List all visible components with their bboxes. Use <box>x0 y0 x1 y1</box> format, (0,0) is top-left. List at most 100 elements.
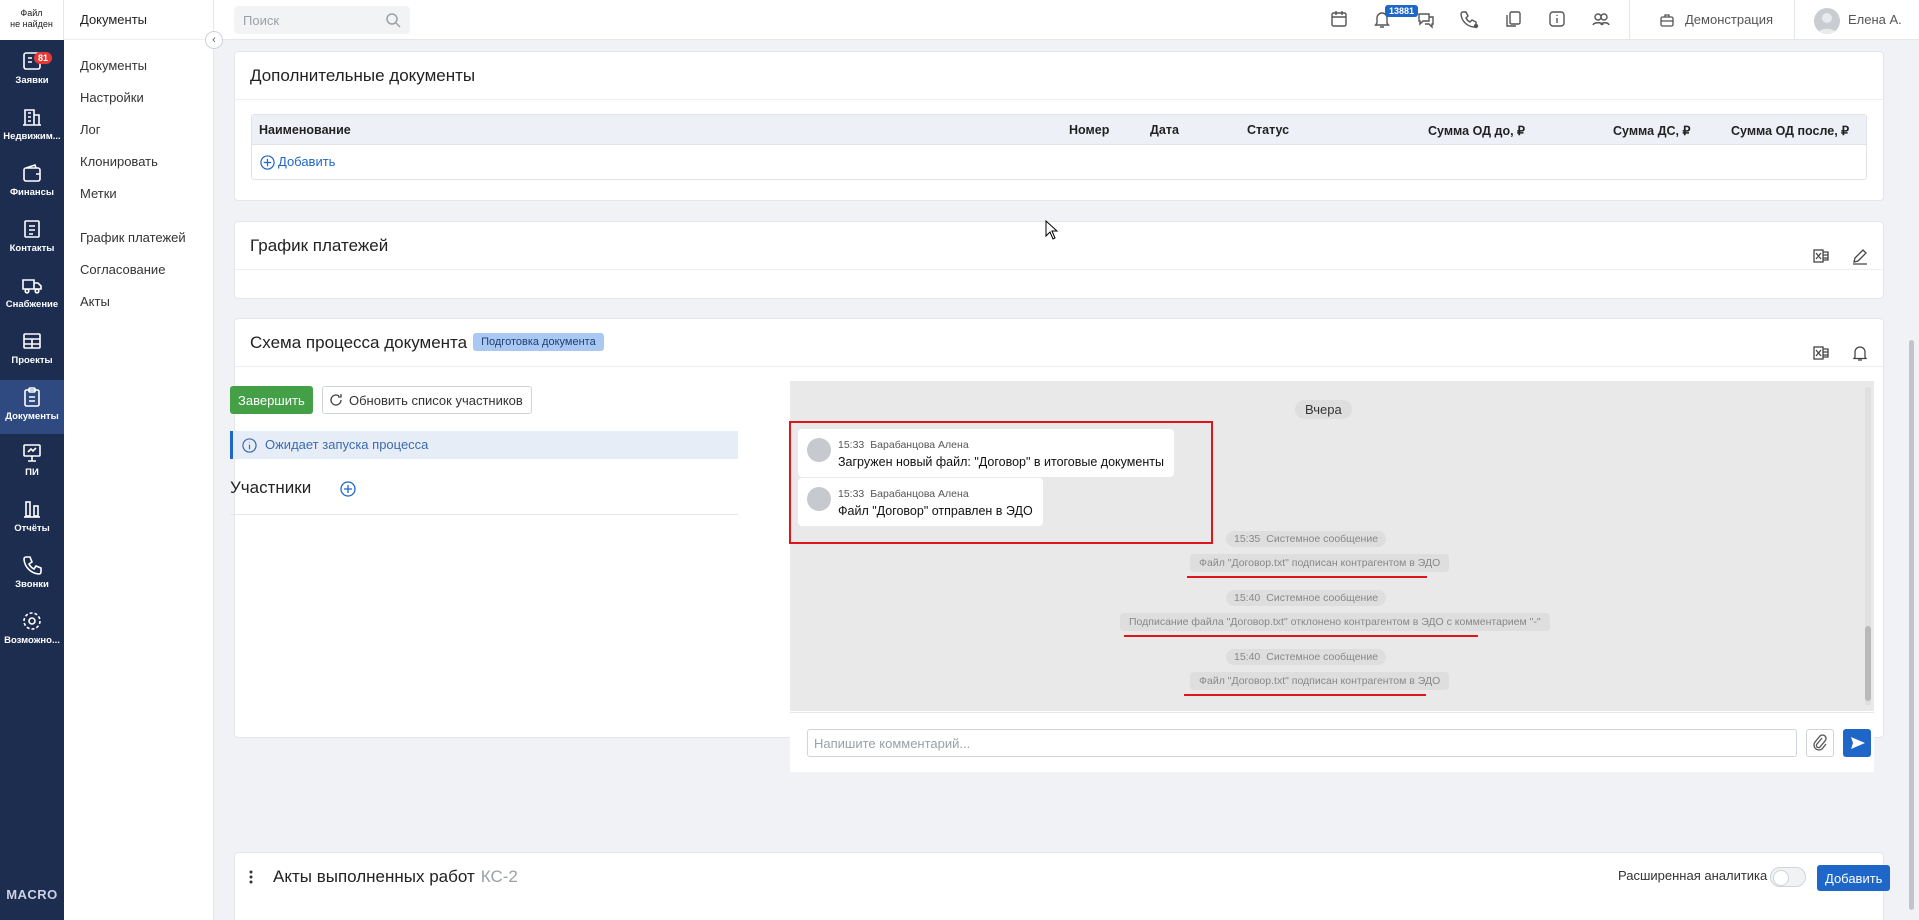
nav-label: Заявки <box>15 75 49 86</box>
nav-item-requests[interactable]: 81 Заявки <box>0 44 64 98</box>
column-header[interactable]: Дата <box>1150 123 1179 137</box>
calendar-icon[interactable] <box>1329 9 1349 29</box>
chat-icon[interactable] <box>1416 9 1436 29</box>
nav-item-features[interactable]: Возможно... <box>0 604 64 658</box>
avatar <box>807 487 831 511</box>
system-message-text: Файл "Договор.txt" подписан контрагентом… <box>1190 554 1450 572</box>
column-header[interactable]: Сумма ОД после, ₽ <box>1731 123 1849 138</box>
column-header[interactable]: Сумма ОД до, ₽ <box>1428 123 1525 138</box>
subnav-item-payment-schedule[interactable]: График платежей <box>64 222 213 254</box>
subnav-item-clone[interactable]: Клонировать <box>64 146 213 178</box>
topbar-divider <box>1629 0 1630 40</box>
nav-item-documents[interactable]: Документы <box>0 380 64 434</box>
brand-logo: MACRO <box>6 887 58 902</box>
edit-icon[interactable] <box>1851 247 1869 265</box>
add-act-button[interactable]: Добавить <box>1817 865 1891 891</box>
chat-message: 15:33 Барабанцова Алена Файл "Договор" от… <box>798 478 1043 526</box>
highlight-underline <box>1184 694 1426 696</box>
info-circle-icon <box>242 438 257 453</box>
message-time: 15:40 <box>1234 651 1261 663</box>
subnav-item-acts[interactable]: Акты <box>64 286 213 318</box>
subnav-separator <box>64 210 213 222</box>
add-document-link[interactable]: Добавить <box>260 154 335 170</box>
nav-item-supply[interactable]: Снабжение <box>0 268 64 322</box>
phone-icon <box>23 556 42 575</box>
chat-scrollbar-thumb[interactable] <box>1865 626 1871 701</box>
subnav-item-documents[interactable]: Документы <box>64 50 213 82</box>
paperclip-icon <box>1813 734 1827 751</box>
subnav-item-approval[interactable]: Согласование <box>64 254 213 286</box>
message-author: Системное сообщение <box>1266 533 1379 545</box>
day-separator: Вчера <box>1295 400 1352 419</box>
nav-item-calls[interactable]: Звонки <box>0 548 64 602</box>
requests-badge: 81 <box>34 52 53 64</box>
page-scrollbar-thumb[interactable] <box>1909 340 1914 910</box>
topbar: 13881 Демонстрация Елена А. <box>214 0 1919 40</box>
excel-export-icon[interactable] <box>1812 344 1830 362</box>
nav-item-pi[interactable]: ПИ <box>0 436 64 490</box>
nav-label: Проекты <box>11 355 53 366</box>
system-message-meta: 15:40 Системное сообщение <box>1226 590 1387 606</box>
highlight-underline <box>1187 576 1427 578</box>
contacts-icon <box>24 220 40 238</box>
nav-item-projects[interactable]: Проекты <box>0 324 64 378</box>
nav-label: Недвижим... <box>3 131 61 142</box>
nav-label: Снабжение <box>5 299 59 310</box>
subnav-item-log[interactable]: Лог <box>64 114 213 146</box>
system-message-meta: 15:40 Системное сообщение <box>1226 649 1387 665</box>
column-header[interactable]: Номер <box>1069 123 1109 137</box>
demo-button[interactable]: Демонстрация <box>1659 0 1773 40</box>
demo-label: Демонстрация <box>1685 12 1774 27</box>
send-icon <box>1851 737 1865 749</box>
wallet-icon <box>23 163 41 182</box>
refresh-participants-button[interactable]: Обновить список участников <box>322 386 532 414</box>
more-vertical-icon[interactable] <box>248 869 254 885</box>
nav-label: Документы <box>5 411 59 422</box>
nav-item-contacts[interactable]: Контакты <box>0 212 64 266</box>
search-icon[interactable] <box>385 12 401 28</box>
card-title: График платежей <box>235 222 1883 270</box>
comment-composer <box>790 712 1874 772</box>
participants-heading: Участники <box>230 478 312 497</box>
finish-button[interactable]: Завершить <box>230 386 313 414</box>
nav-item-reports[interactable]: Отчёты <box>0 492 64 546</box>
settings-icon <box>23 612 41 630</box>
column-header[interactable]: Сумма ДС, ₽ <box>1613 123 1690 138</box>
message-time: 15:40 <box>1234 592 1261 604</box>
info-icon[interactable] <box>1547 9 1567 29</box>
search-input[interactable] <box>234 6 410 34</box>
chevron-left-icon: ‹ <box>212 34 216 46</box>
advanced-analytics-toggle[interactable] <box>1770 867 1806 887</box>
send-button[interactable] <box>1843 729 1871 757</box>
chat-message: 15:33 Барабанцова Алена Загружен новый фа… <box>798 429 1174 477</box>
comment-input[interactable] <box>807 729 1797 757</box>
card-tools <box>1796 236 1869 284</box>
phone-icon[interactable] <box>1459 9 1479 29</box>
logo-line2: не найден <box>10 19 53 29</box>
add-participant-icon[interactable] <box>340 481 356 497</box>
nav-label: Звонки <box>15 579 49 590</box>
logo[interactable]: Файл не найден <box>0 0 64 40</box>
user-menu[interactable]: Елена А. <box>1814 0 1902 40</box>
collapse-sidebar-button[interactable]: ‹ <box>205 31 223 49</box>
column-header[interactable]: Статус <box>1247 123 1289 137</box>
system-message-text: Файл "Договор.txt" подписан контрагентом… <box>1190 672 1450 690</box>
status-badge: Подготовка документа <box>473 332 604 351</box>
column-header[interactable]: Наименование <box>259 123 351 137</box>
avatar <box>1814 7 1840 34</box>
nav-item-finance[interactable]: Финансы <box>0 156 64 210</box>
acts-title: Акты выполненных работ КС-2 <box>273 853 518 901</box>
system-message-meta: 15:35 Системное сообщение <box>1226 531 1387 547</box>
bell-icon[interactable] <box>1851 344 1869 362</box>
card-title: Схема процесса документа Подготовка докум… <box>235 319 1883 367</box>
nav-item-realty[interactable]: Недвижим... <box>0 100 64 154</box>
briefcase-icon <box>1660 13 1674 27</box>
clipboard-icon <box>24 387 40 407</box>
reports-icon <box>24 501 40 518</box>
subnav-item-settings[interactable]: Настройки <box>64 82 213 114</box>
attach-button[interactable] <box>1806 729 1834 757</box>
users-icon[interactable] <box>1591 9 1611 29</box>
excel-export-icon[interactable] <box>1812 247 1830 265</box>
subnav-item-tags[interactable]: Метки <box>64 178 213 210</box>
copy-icon[interactable] <box>1503 9 1523 29</box>
